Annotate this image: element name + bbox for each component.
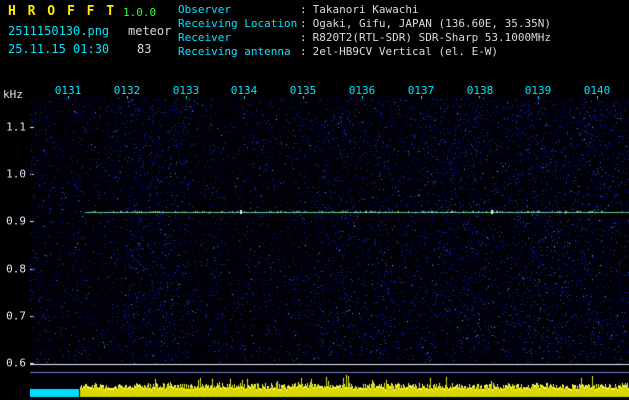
info-label: Receiving antenna [178, 45, 291, 58]
info-value: Ogaki, Gifu, JAPAN (136.60E, 35.35N) [312, 17, 552, 30]
info-separator: : [300, 17, 307, 30]
station-info: Observer : Takanori Kawachi Receiving Lo… [178, 3, 551, 59]
output-filename: 2511150130.png [8, 24, 110, 38]
info-value: Takanori Kawachi [312, 3, 419, 16]
y-axis-unit: kHz [3, 88, 23, 101]
mode-label: meteor [128, 24, 172, 38]
info-separator: : [300, 45, 307, 58]
datetime-label: 25.11.15 01:30 [8, 42, 110, 56]
info-label: Observer [178, 3, 231, 16]
info-value: 2el-HB9CV Vertical (el. E-W) [312, 45, 499, 58]
app-title: H R O F F T [8, 4, 117, 19]
y-tick-label: 1.1 [6, 120, 26, 134]
info-row-antenna: Receiving antenna : 2el-HB9CV Vertical (… [178, 45, 551, 59]
y-tick-label: 0.9 [6, 214, 26, 228]
info-separator: : [300, 3, 307, 16]
info-separator: : [300, 31, 307, 44]
info-label: Receiving Location [178, 17, 298, 30]
info-row-observer: Observer : Takanori Kawachi [178, 3, 551, 17]
info-value: R820T2(RTL-SDR) SDR-Sharp 53.1000MHz [312, 31, 552, 44]
info-row-location: Receiving Location : Ogaki, Gifu, JAPAN … [178, 17, 551, 31]
meteor-count: 83 [137, 42, 152, 56]
y-tick-label: 0.6 [6, 356, 26, 370]
app-version: 1.0.0 [123, 6, 157, 19]
info-label: Receiver [178, 31, 231, 44]
spectrogram-canvas [30, 96, 629, 400]
y-tick-label: 1.0 [6, 167, 26, 181]
y-tick-label: 0.8 [6, 262, 26, 276]
info-row-receiver: Receiver : R820T2(RTL-SDR) SDR-Sharp 53.… [178, 31, 551, 45]
y-tick-label: 0.7 [6, 309, 26, 323]
